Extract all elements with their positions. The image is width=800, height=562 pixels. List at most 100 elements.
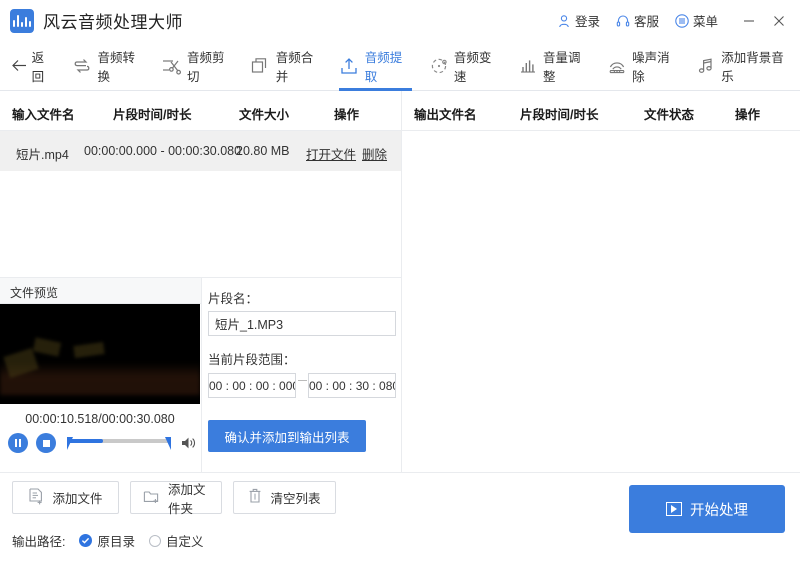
close-icon[interactable] <box>764 0 794 41</box>
clip-name-input[interactable] <box>208 311 396 336</box>
headset-icon <box>616 14 630 28</box>
title-bar-actions: 登录 客服 菜单 <box>557 0 800 41</box>
playback-time: 00:00:10.518/00:00:30.080 <box>0 412 200 426</box>
pause-icon[interactable] <box>8 433 28 453</box>
music-note-icon <box>697 56 716 76</box>
add-file-label: 添加文件 <box>52 488 102 507</box>
login-button[interactable]: 登录 <box>557 11 600 30</box>
tool-label: 音量调整 <box>543 47 590 85</box>
clip-start-time-input[interactable] <box>208 373 296 398</box>
column-header: 文件大小 <box>239 104 289 123</box>
output-path-row: 输出路径: 原目录 自定义 <box>12 531 204 550</box>
support-button[interactable]: 客服 <box>616 11 659 30</box>
radio-custom-directory[interactable]: 自定义 <box>149 531 204 550</box>
app-title: 风云音频处理大师 <box>43 8 183 33</box>
menu-button[interactable]: 菜单 <box>675 11 718 30</box>
column-header: 输出文件名 <box>414 104 477 123</box>
file-add-icon <box>28 488 44 508</box>
delete-link[interactable]: 删除 <box>362 144 387 163</box>
tool-audio-merge[interactable]: 音频合并 <box>242 41 331 91</box>
playback-controls <box>0 428 201 458</box>
title-bar: 风云音频处理大师 登录 客服 菜单 <box>0 0 800 41</box>
scissors-icon <box>162 56 181 76</box>
clip-range-label: 当前片段范围： <box>208 349 296 368</box>
start-processing-button[interactable]: 开始处理 <box>629 485 785 533</box>
folder-add-icon <box>143 489 160 507</box>
back-button[interactable]: 返回 <box>0 41 64 91</box>
video-thumbnail[interactable] <box>0 304 200 404</box>
menu-label: 菜单 <box>693 11 718 30</box>
user-icon <box>557 14 571 28</box>
add-file-button[interactable]: 添加文件 <box>12 481 119 514</box>
column-header: 输入文件名 <box>12 104 75 123</box>
volume-icon[interactable] <box>181 436 197 450</box>
speed-icon <box>429 56 448 76</box>
output-file-list[interactable] <box>402 131 800 472</box>
minimize-button[interactable] <box>734 0 764 41</box>
radio-custom-label: 自定义 <box>166 531 204 550</box>
clip-end-time-input[interactable] <box>308 373 396 398</box>
trim-end-handle[interactable] <box>165 437 171 450</box>
clip-name-label: 片段名： <box>208 288 258 307</box>
clear-list-button[interactable]: 清空列表 <box>233 481 336 514</box>
add-folder-label: 添加文件夹 <box>168 479 209 517</box>
open-file-link[interactable]: 打开文件 <box>306 144 356 163</box>
tool-label: 添加背景音乐 <box>721 47 791 85</box>
output-table-header: 输出文件名 片段时间/时长 文件状态 操作 <box>401 91 800 131</box>
tool-noise-removal[interactable]: 噪声消除 <box>598 41 687 91</box>
output-path-label: 输出路径: <box>12 531 65 550</box>
column-header: 文件状态 <box>644 104 694 123</box>
tool-label: 音频合并 <box>276 47 323 85</box>
login-label: 登录 <box>575 11 600 30</box>
main-toolbar: 返回 音频转换 音频剪切 音频合并 音频提取 音频变速 音量调整 <box>0 41 800 91</box>
start-label: 开始处理 <box>690 499 748 520</box>
clear-list-label: 清空列表 <box>270 488 320 507</box>
table-row[interactable]: 短片.mp4 00:00:00.000 - 00:00:30.080 20.80… <box>0 131 401 171</box>
tool-audio-convert[interactable]: 音频转换 <box>64 41 153 91</box>
radio-checked-icon <box>79 534 92 547</box>
merge-icon <box>251 56 270 76</box>
column-header: 片段时间/时长 <box>520 104 598 123</box>
column-header: 片段时间/时长 <box>113 104 191 123</box>
add-folder-button[interactable]: 添加文件夹 <box>130 481 222 514</box>
range-dash <box>298 380 307 381</box>
trim-start-handle[interactable] <box>67 437 73 450</box>
radio-original-label: 原目录 <box>97 531 135 550</box>
extract-upload-icon <box>340 56 359 76</box>
input-file-list[interactable]: 短片.mp4 00:00:00.000 - 00:00:30.080 20.80… <box>0 131 401 276</box>
radio-unchecked-icon <box>149 535 161 547</box>
tool-label: 音频变速 <box>454 47 501 85</box>
input-table-header: 输入文件名 片段时间/时长 文件大小 操作 <box>0 91 401 131</box>
file-time-range: 00:00:00.000 - 00:00:30.080 <box>84 144 241 158</box>
confirm-add-to-output-button[interactable]: 确认并添加到输出列表 <box>208 420 366 452</box>
stop-icon[interactable] <box>36 433 56 453</box>
tool-label: 噪声消除 <box>632 47 679 85</box>
menu-list-icon <box>675 14 689 28</box>
tool-volume-adjust[interactable]: 音量调整 <box>509 41 598 91</box>
file-name: 短片.mp4 <box>16 144 69 163</box>
preview-header: 文件预览 <box>0 278 201 304</box>
open-file-label[interactable]: 打开文件 <box>306 148 356 162</box>
column-header: 操作 <box>334 104 359 123</box>
tool-label: 音频提取 <box>365 47 412 85</box>
play-icon <box>666 502 682 516</box>
delete-label[interactable]: 删除 <box>362 148 387 162</box>
tool-label: 音频剪切 <box>187 47 233 85</box>
audio-wave-icon <box>10 9 34 33</box>
tool-add-bgm[interactable]: 添加背景音乐 <box>688 41 800 91</box>
tool-audio-extract[interactable]: 音频提取 <box>331 41 420 91</box>
noise-icon <box>607 56 626 76</box>
tool-audio-speed[interactable]: 音频变速 <box>420 41 509 91</box>
back-label: 返回 <box>32 47 55 85</box>
tool-audio-cut[interactable]: 音频剪切 <box>153 41 242 91</box>
clip-settings-panel: 片段名： 当前片段范围： 确认并添加到输出列表 <box>202 277 401 472</box>
arrow-left-icon <box>10 56 29 76</box>
trash-icon <box>248 488 262 507</box>
radio-original-directory[interactable]: 原目录 <box>79 531 135 550</box>
seek-slider[interactable] <box>67 434 171 452</box>
volume-bars-icon <box>518 56 537 76</box>
file-size: 20.80 MB <box>236 144 290 158</box>
convert-icon <box>73 56 92 76</box>
support-label: 客服 <box>634 11 659 30</box>
column-header: 操作 <box>735 104 760 123</box>
